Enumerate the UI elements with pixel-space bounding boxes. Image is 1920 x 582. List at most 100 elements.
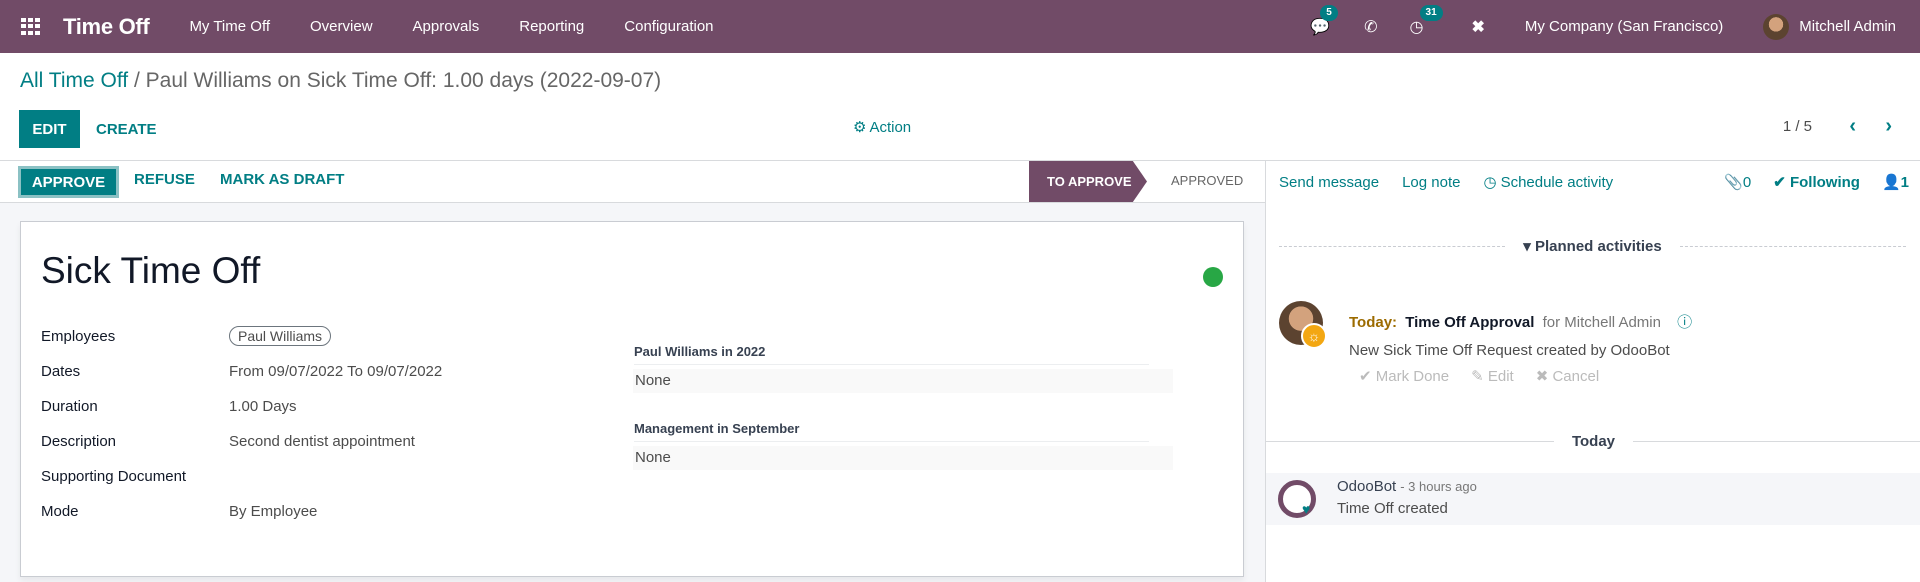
gear-icon: ⚙ <box>853 119 867 136</box>
employee-year-summary-value: None <box>633 369 1173 393</box>
breadcrumb-separator: / <box>128 69 146 92</box>
check-icon: ✔ <box>1359 368 1376 385</box>
activity-header: Today: Time Off Approval for Mitchell Ad… <box>1349 311 1692 332</box>
pager-value[interactable]: 1 / 5 <box>1783 118 1812 135</box>
clock-icon: ◷ <box>1409 18 1424 36</box>
field-label: Employees <box>41 327 116 345</box>
field-duration: Duration 1.00 Days <box>41 394 297 418</box>
date-separator-label: Today <box>1571 432 1616 450</box>
phone-icon[interactable]: ✆ <box>1364 17 1377 37</box>
status-indicator <box>1203 267 1223 287</box>
user-avatar <box>1763 13 1790 40</box>
form-statusbar: APPROVE REFUSE MARK AS DRAFT TO APPROVE … <box>0 161 1265 203</box>
field-label: Description <box>41 432 117 450</box>
following-label: Following <box>1789 174 1860 191</box>
field-label: Mode <box>41 502 79 520</box>
breadcrumb-current: Paul Williams on Sick Time Off: 1.00 day… <box>145 69 662 92</box>
field-employees: Employees Paul Williams <box>41 324 332 348</box>
activity-menu[interactable]: ◷ 31 <box>1409 4 1443 37</box>
breadcrumb-all-time-off[interactable]: All Time Off <box>20 69 128 92</box>
stage-to-approve[interactable]: TO APPROVE <box>1029 161 1147 202</box>
action-menu[interactable]: ⚙ Action <box>853 118 912 137</box>
log-note-button[interactable]: Log note <box>1402 174 1460 191</box>
field-mode: Mode By Employee <box>41 499 317 523</box>
messaging-menu[interactable]: 💬 5 <box>1310 4 1338 37</box>
attachments-count: 0 <box>1742 174 1752 191</box>
pencil-icon: ✎ <box>1471 368 1488 385</box>
field-label: Duration <box>41 397 98 415</box>
activity-assignee: for Mitchell Admin <box>1542 314 1661 331</box>
menu-configuration[interactable]: Configuration <box>624 18 713 35</box>
info-icon[interactable]: ⓘ <box>1677 314 1692 331</box>
menu-reporting[interactable]: Reporting <box>519 18 584 35</box>
activity-summary: New Sick Time Off Request created by Odo… <box>1349 342 1670 359</box>
schedule-activity-button[interactable]: ◷ Schedule activity <box>1483 173 1614 192</box>
field-value: Second dentist appointment <box>229 432 415 450</box>
caret-down-icon: ▾ <box>1523 238 1535 255</box>
menu-approvals[interactable]: Approvals <box>413 18 480 35</box>
send-message-button[interactable]: Send message <box>1279 174 1379 191</box>
edit-button[interactable]: EDIT <box>19 110 80 148</box>
field-label: Supporting Document <box>41 467 187 485</box>
mark-as-draft-button[interactable]: MARK AS DRAFT <box>220 171 344 188</box>
followers-button[interactable]: 👤1 <box>1882 173 1909 191</box>
form-sheet: Sick Time Off Employees Paul Williams Da… <box>20 221 1244 577</box>
form-area: APPROVE REFUSE MARK AS DRAFT TO APPROVE … <box>0 161 1265 582</box>
clock-icon: ◷ <box>1483 174 1497 191</box>
control-panel: All Time Off / Paul Williams on Sick Tim… <box>0 53 1920 161</box>
approve-button[interactable]: APPROVE <box>18 166 119 198</box>
mark-done-button[interactable]: ✔ Mark Done <box>1359 367 1449 385</box>
create-button[interactable]: CREATE <box>96 110 157 148</box>
cancel-activity-button[interactable]: ✖ Cancel <box>1536 367 1599 385</box>
date-separator: Today <box>1266 431 1920 451</box>
following-button[interactable]: ✔ Following <box>1773 173 1860 191</box>
attachments-button[interactable]: 📎0 <box>1724 173 1751 191</box>
planned-activities-toggle[interactable]: ▾ Planned activities <box>1279 236 1907 256</box>
edit-activity-button[interactable]: ✎ Edit <box>1471 367 1514 385</box>
mark-done-label: Mark Done <box>1375 368 1450 385</box>
activity-type-badge-icon: ☼ <box>1301 323 1327 349</box>
employee-year-summary-label: Paul Williams in 2022 <box>634 344 1149 365</box>
user-icon: 👤 <box>1881 174 1901 191</box>
edit-label: Edit <box>1487 368 1514 385</box>
cancel-label: Cancel <box>1552 368 1600 385</box>
schedule-activity-label: Schedule activity <box>1500 173 1614 191</box>
message-author[interactable]: OdooBot <box>1337 478 1396 495</box>
activity-actions: ✔ Mark Done ✎ Edit ✖ Cancel <box>1359 367 1599 385</box>
messages-count-badge: 5 <box>1320 4 1338 21</box>
activity-due: Today: <box>1349 314 1398 331</box>
apps-menu-icon[interactable] <box>21 17 41 36</box>
activities-count-badge: 31 <box>1419 4 1443 21</box>
action-label: Action <box>869 118 912 136</box>
menu-my-time-off[interactable]: My Time Off <box>189 18 270 35</box>
user-menu[interactable]: Mitchell Admin <box>1763 13 1896 40</box>
followers-count: 1 <box>1900 174 1909 191</box>
debug-tools-icon[interactable]: ✖ <box>1471 17 1484 37</box>
menu-overview[interactable]: Overview <box>310 18 373 35</box>
close-icon: ✖ <box>1535 368 1553 385</box>
planned-activities-heading: ▾ Planned activities <box>1505 237 1679 255</box>
divider <box>1279 245 1506 247</box>
field-supporting-document: Supporting Document <box>41 464 229 488</box>
app-title[interactable]: Time Off <box>63 14 150 40</box>
top-navbar: Time Off My Time Off Overview Approvals … <box>0 0 1920 53</box>
divider <box>1679 245 1907 247</box>
field-description: Description Second dentist appointment <box>41 429 415 453</box>
department-month-summary-label: Management in September <box>634 421 1149 442</box>
planned-activities-label: Planned activities <box>1535 238 1662 255</box>
field-dates: Dates From 09/07/2022 To 09/07/2022 <box>41 359 442 383</box>
heart-icon: ♥ <box>1302 501 1311 517</box>
pager-next-icon[interactable]: › <box>1885 115 1892 138</box>
divider <box>1633 440 1920 442</box>
refuse-button[interactable]: REFUSE <box>134 171 195 188</box>
paperclip-icon: 📎 <box>1724 174 1743 191</box>
employee-tag[interactable]: Paul Williams <box>229 326 332 346</box>
message-item: ♥ OdooBot - 3 hours ago Time Off created <box>1266 473 1920 525</box>
chatter-topbar: Send message Log note ◷ Schedule activit… <box>1266 161 1920 203</box>
field-label: Dates <box>41 362 81 380</box>
divider <box>1266 440 1554 442</box>
company-switcher[interactable]: My Company (San Francisco) <box>1525 18 1723 35</box>
pager-previous-icon[interactable]: ‹ <box>1849 115 1856 138</box>
field-value: From 09/07/2022 To 09/07/2022 <box>229 362 443 380</box>
stage-approved[interactable]: APPROVED <box>1171 173 1243 188</box>
